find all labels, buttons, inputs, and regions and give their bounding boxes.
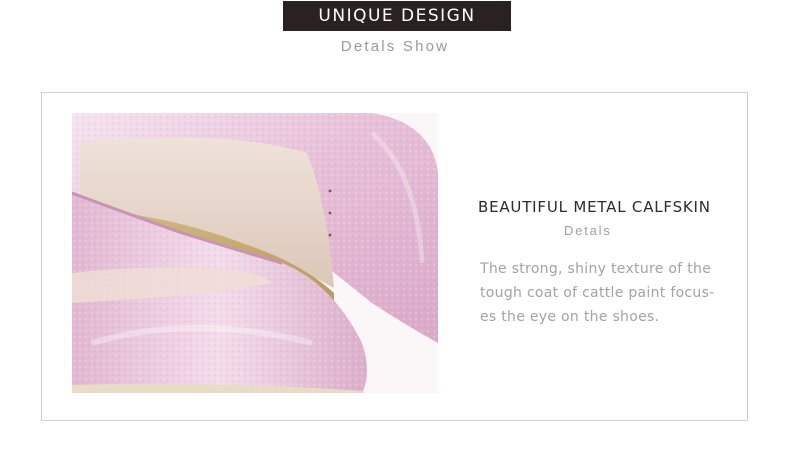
section-title: UNIQUE DESIGN [318, 6, 476, 26]
section-title-badge: UNIQUE DESIGN [283, 1, 511, 31]
feature-subtitle: Detals [564, 223, 612, 238]
section-subtitle: Detals Show [340, 38, 450, 55]
description-line: tough coat of cattle paint focus- [480, 285, 715, 301]
product-photo-shoes [72, 113, 438, 393]
feature-title: BEAUTIFUL METAL CALFSKIN [478, 198, 711, 216]
shoe-closeup-image [72, 113, 438, 393]
description-line: es the eye on the shoes. [480, 309, 660, 325]
feature-description: The strong, shiny texture of the tough c… [480, 257, 740, 329]
description-line: The strong, shiny texture of the [480, 261, 712, 277]
